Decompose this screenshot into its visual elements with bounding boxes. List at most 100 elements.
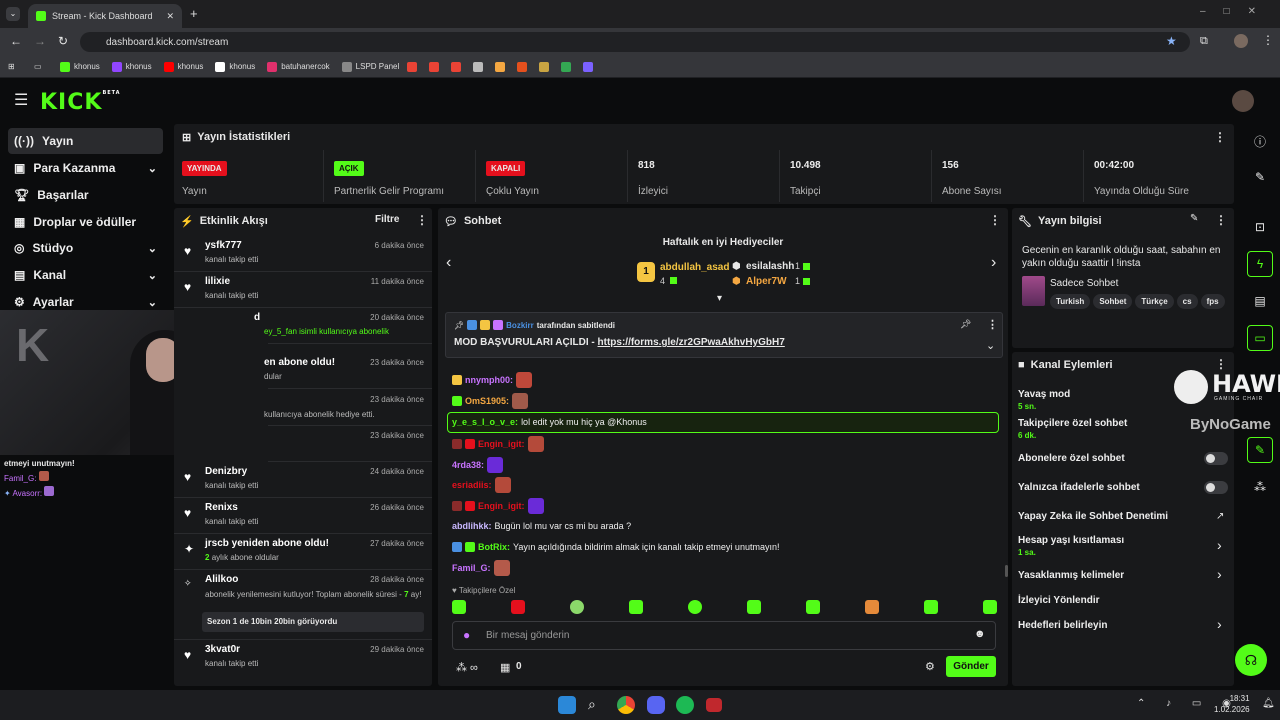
emotes-only-toggle[interactable] xyxy=(1204,481,1228,494)
bookmark-kick[interactable]: khonus xyxy=(56,61,104,72)
chat-input[interactable]: ● Bir mesaj gönderin ☻ xyxy=(452,621,996,650)
bookmark-twitch[interactable]: khonus xyxy=(108,61,156,72)
apps-icon[interactable]: ⊞ xyxy=(8,62,30,71)
profile-avatar[interactable] xyxy=(1234,34,1248,48)
support-button[interactable]: ☊ xyxy=(1235,644,1267,676)
sidebar-item-studyo[interactable]: ◎ Stüdyo ⌄ xyxy=(8,235,163,261)
emote-icon[interactable] xyxy=(452,600,466,614)
send-button[interactable]: Gönder xyxy=(946,656,996,677)
tag[interactable]: Türkçe xyxy=(1135,294,1174,309)
chat-scrollbar[interactable] xyxy=(1005,565,1008,577)
emote-icon[interactable] xyxy=(924,600,938,614)
lightning-icon[interactable]: ϟ xyxy=(1247,251,1273,277)
document-icon[interactable]: ▤ xyxy=(1247,288,1273,314)
hamburger-menu-icon[interactable]: ☰ xyxy=(14,90,28,110)
emote-icon[interactable] xyxy=(511,600,525,614)
new-tab-button[interactable]: + xyxy=(190,6,198,21)
gmail-icon[interactable] xyxy=(429,61,440,72)
mic-icon[interactable]: ● xyxy=(463,628,470,642)
emote-icon[interactable] xyxy=(983,600,997,614)
pinned-link[interactable]: https://forms.gle/zr2GPwaAkhvHyGbH7 xyxy=(598,337,785,348)
kick-logo[interactable]: KICKBETA xyxy=(40,90,121,115)
action-account-age[interactable]: Hesap yaşı kısıtlaması 1 sa. xyxy=(1018,535,1124,557)
filter-button[interactable]: Filtre xyxy=(375,214,399,225)
tag[interactable]: cs xyxy=(1176,294,1198,309)
url-field[interactable]: dashboard.kick.com/stream xyxy=(80,32,1190,52)
bookmark-instagram[interactable]: batuhanercok xyxy=(263,61,333,72)
next-arrow-icon[interactable]: › xyxy=(991,254,996,272)
extensions-icon[interactable]: ⧉ xyxy=(1200,35,1208,48)
chevron-right-icon[interactable]: › xyxy=(1217,566,1222,582)
action-slow-mode[interactable]: Yavaş mod 5 sn. xyxy=(1018,389,1070,411)
tab-list-icon[interactable]: ⌄ xyxy=(6,7,20,21)
emote-icon[interactable] xyxy=(629,600,643,614)
emote-icon[interactable] xyxy=(747,600,761,614)
activity-menu-icon[interactable]: ⋮ xyxy=(416,213,428,227)
crop-icon[interactable]: ⊡ xyxy=(1247,214,1273,240)
user-avatar[interactable] xyxy=(1232,90,1254,112)
close-tab-icon[interactable]: ✕ xyxy=(166,11,174,22)
sheet-icon[interactable] xyxy=(495,61,506,72)
stats-menu-icon[interactable]: ⋮ xyxy=(1214,130,1226,144)
folder-icon[interactable]: ▭ xyxy=(34,62,52,71)
store-icon[interactable]: ▦ xyxy=(500,661,510,674)
action-banned-words[interactable]: Yasaklanmış kelimeler xyxy=(1018,570,1124,581)
sidebar-item-basarilar[interactable]: 🏆︎ Başarılar xyxy=(8,182,163,208)
emote-icon[interactable] xyxy=(806,600,820,614)
gifter-name[interactable]: Alper7W xyxy=(746,276,787,287)
tag[interactable]: fps xyxy=(1200,294,1225,309)
emote-icon[interactable] xyxy=(570,600,584,614)
bookmark-x[interactable]: khonus xyxy=(211,61,259,72)
browser-menu-icon[interactable]: ⋮ xyxy=(1262,33,1274,47)
pencil-icon[interactable]: ✎ xyxy=(1247,164,1273,190)
sidebar-item-para-kazanma[interactable]: ▣ Para Kazanma ⌄ xyxy=(8,155,163,181)
forward-icon[interactable]: → xyxy=(34,34,46,48)
category-name[interactable]: Sadece Sohbet xyxy=(1050,278,1118,289)
emote-icon[interactable] xyxy=(865,600,879,614)
chat-menu-icon[interactable]: ⋮ xyxy=(989,213,1001,227)
chat-settings-icon[interactable]: ⚙ xyxy=(925,660,935,673)
stream-info-menu-icon[interactable]: ⋮ xyxy=(1215,213,1227,227)
emoji-icon[interactable]: ☻ xyxy=(974,628,986,640)
sheets-icon[interactable] xyxy=(561,61,572,72)
bookmark-youtube[interactable]: khonus xyxy=(160,61,208,72)
discord-icon[interactable] xyxy=(647,696,665,714)
unpin-icon[interactable]: 📌︎ xyxy=(960,319,971,330)
chevron-right-icon[interactable]: › xyxy=(1217,537,1222,553)
gmail-icon[interactable] xyxy=(407,61,418,72)
chevron-right-icon[interactable]: › xyxy=(1217,616,1222,632)
channel-points-icon[interactable]: ⁂ ∞ xyxy=(456,661,478,674)
docs-icon[interactable] xyxy=(473,61,484,72)
action-followers-only[interactable]: Takipçilere özel sohbet 6 dk. xyxy=(1018,418,1127,440)
tag[interactable]: Turkish xyxy=(1050,294,1091,309)
notification-icon[interactable]: 🔔︎ xyxy=(1262,698,1275,709)
emote-icon[interactable] xyxy=(688,600,702,614)
spotify-icon[interactable] xyxy=(676,696,694,714)
bookmark-lspd[interactable]: LSPD Panel xyxy=(338,61,404,72)
back-icon[interactable]: ← xyxy=(10,34,22,48)
chrome-icon[interactable] xyxy=(617,696,635,714)
tag[interactable]: Sohbet xyxy=(1093,294,1133,309)
nodes-icon[interactable]: ⁂ xyxy=(1247,474,1273,500)
chat-bubble-icon[interactable]: ▭ xyxy=(1247,325,1273,351)
sidebar-item-yayin[interactable]: ((·)) Yayın xyxy=(8,128,163,154)
prev-arrow-icon[interactable]: ‹ xyxy=(446,254,451,272)
edit-icon[interactable]: ✎ xyxy=(1190,213,1198,224)
collapse-handle-icon[interactable]: ▾ xyxy=(717,293,722,304)
info-icon[interactable]: ⓘ xyxy=(1247,128,1273,154)
subscribers-only-toggle[interactable] xyxy=(1204,452,1228,465)
sidebar-item-kanal[interactable]: ▤ Kanal ⌄ xyxy=(8,262,163,288)
bookmark-icon[interactable] xyxy=(583,61,594,72)
wrench-icon[interactable]: ✎ xyxy=(1247,437,1273,463)
search-icon[interactable]: ⌕ xyxy=(588,696,606,714)
action-host[interactable]: İzleyici Yönlendir xyxy=(1018,595,1100,606)
external-link-icon[interactable]: ↗ xyxy=(1216,511,1224,522)
bookmark-star-icon[interactable]: ★ xyxy=(1166,34,1177,48)
clock[interactable]: 18:31 1.02.2026 xyxy=(1214,693,1250,715)
gmail-icon[interactable] xyxy=(451,61,462,72)
app-icon[interactable] xyxy=(706,698,722,712)
reload-icon[interactable]: ↻ xyxy=(58,34,68,48)
browser-tab[interactable]: Stream - Kick Dashboard ✕ xyxy=(28,4,182,28)
sidebar-item-droplar[interactable]: ▦ Droplar ve ödüller xyxy=(8,209,163,235)
window-controls[interactable]: –□✕ xyxy=(1200,6,1274,17)
